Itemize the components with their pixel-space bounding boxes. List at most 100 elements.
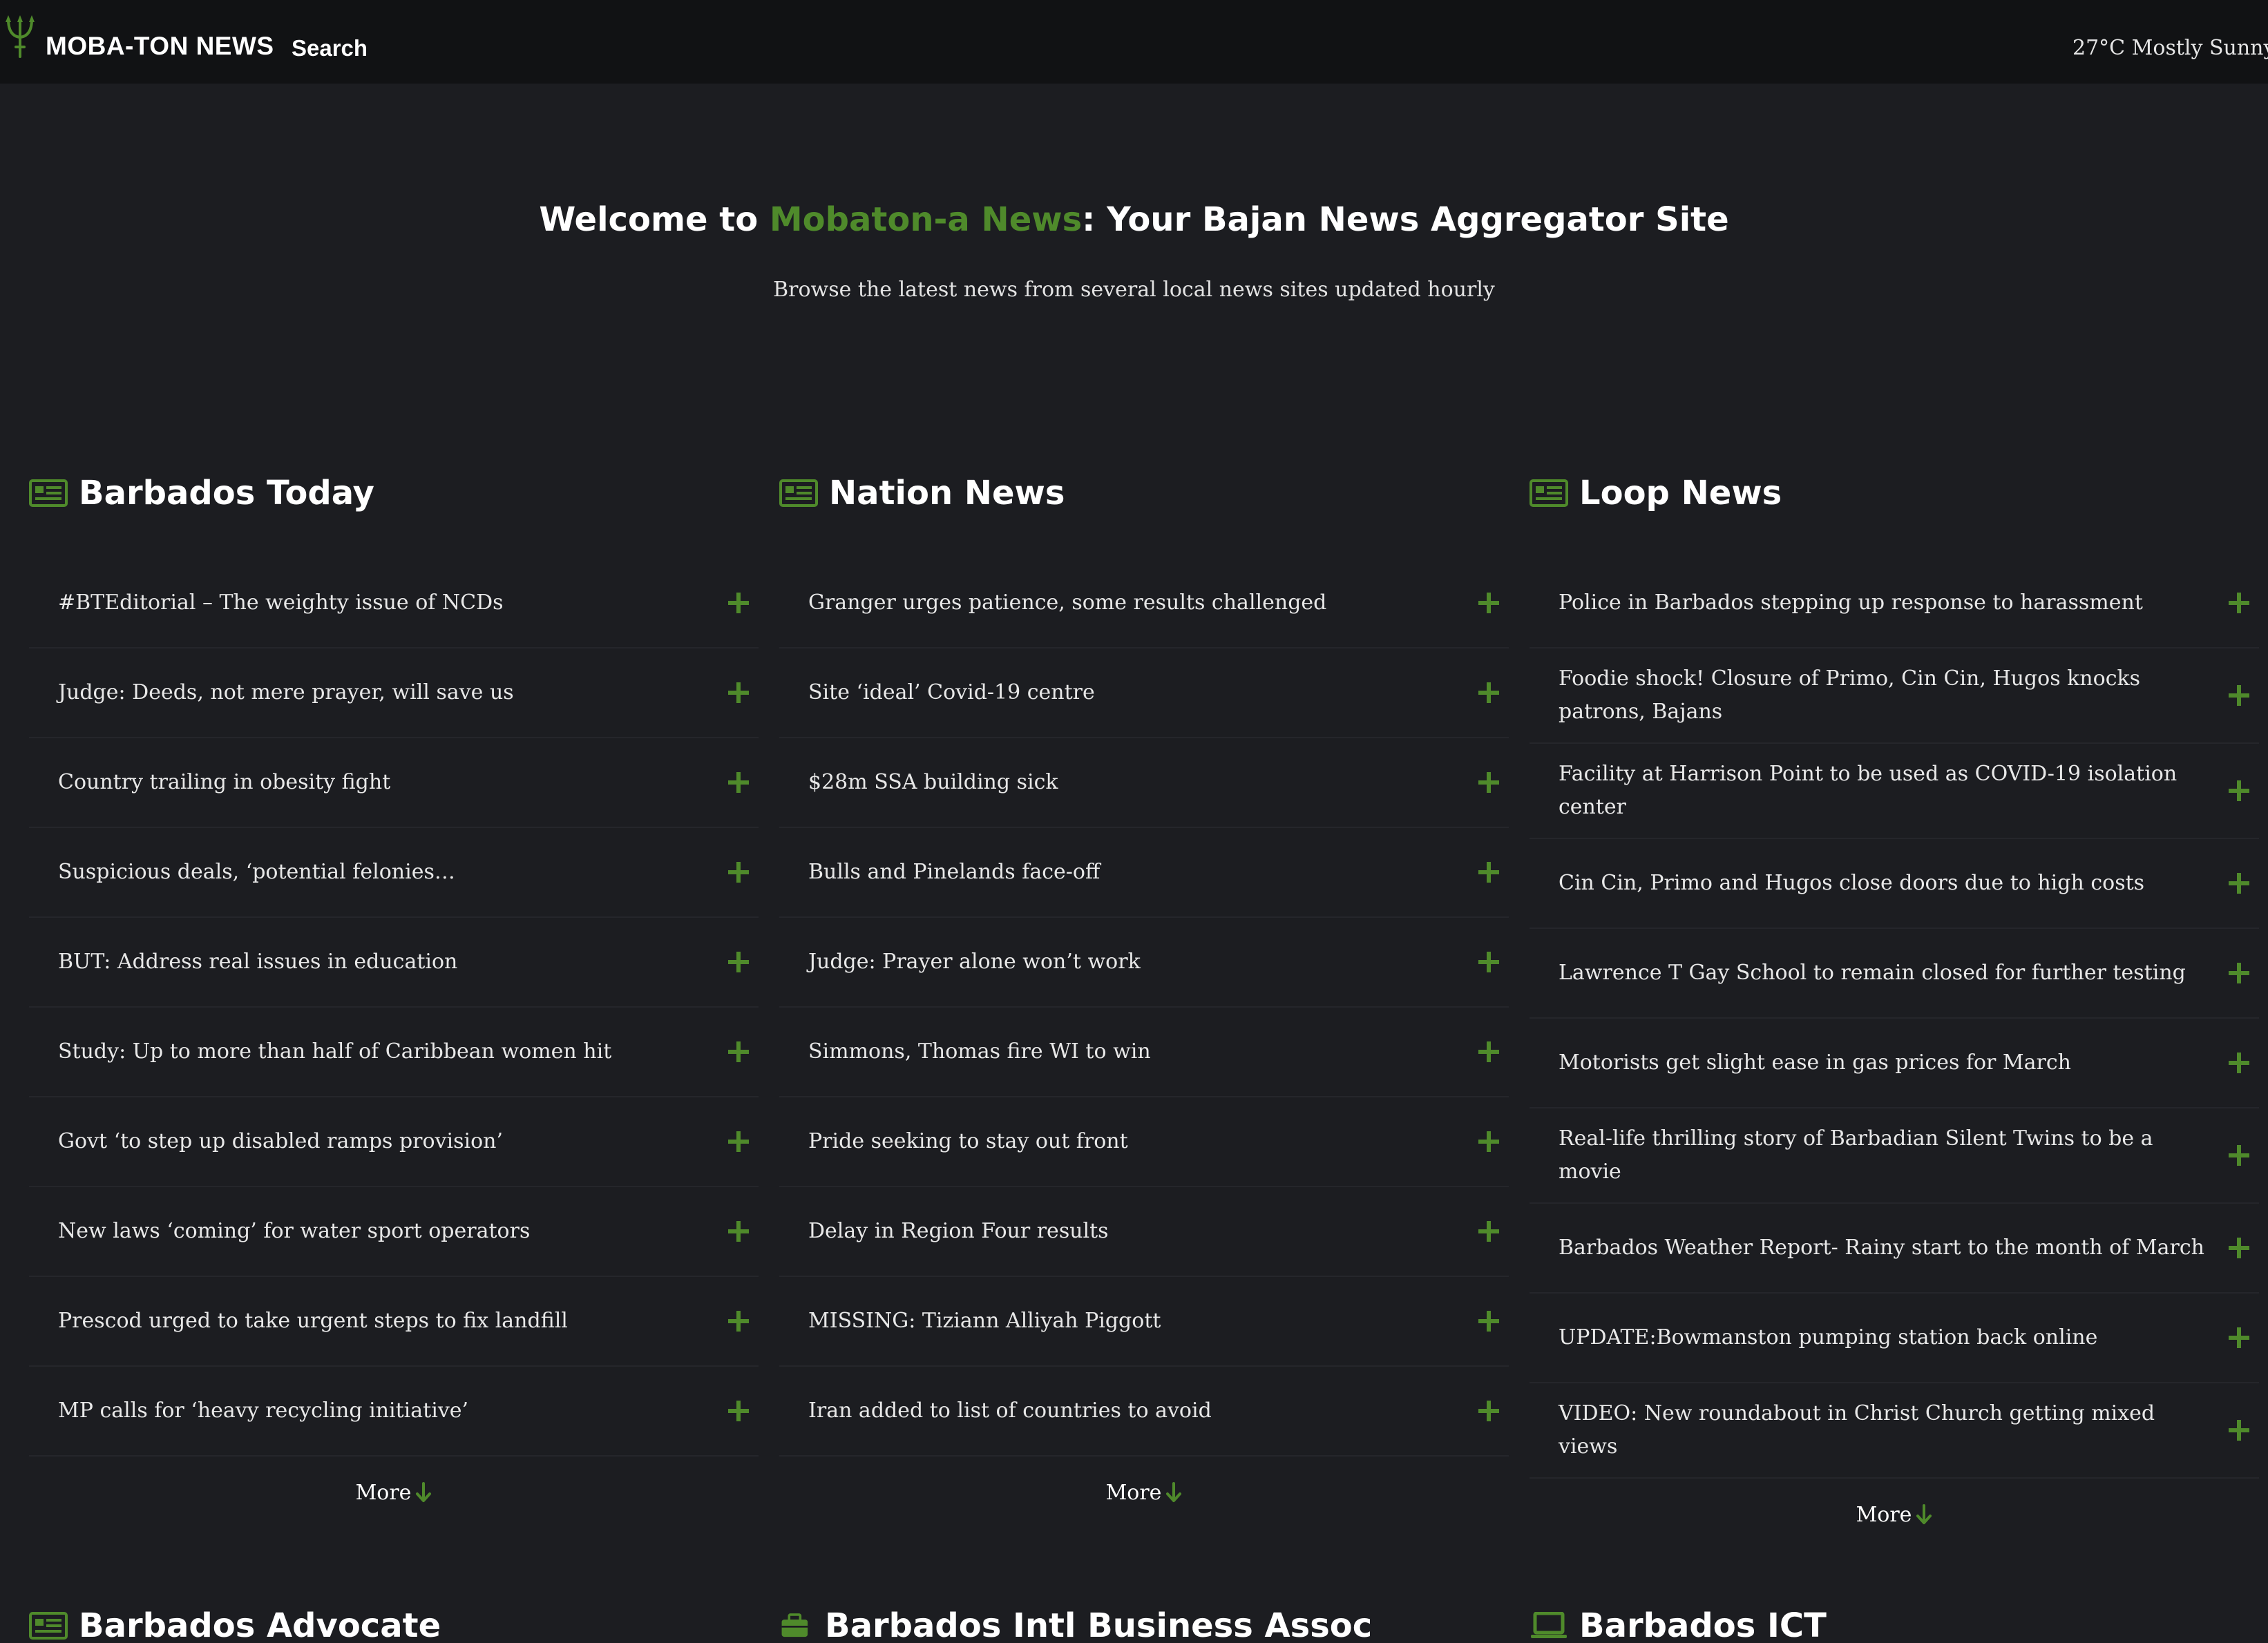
plus-icon[interactable] bbox=[1478, 682, 1499, 703]
news-item[interactable]: Judge: Prayer alone won’t work bbox=[779, 918, 1509, 1008]
news-item[interactable]: Pride seeking to stay out front bbox=[779, 1097, 1509, 1187]
news-item[interactable]: MISSING: Tiziann Alliyah Piggott bbox=[779, 1277, 1509, 1367]
plus-icon[interactable] bbox=[1478, 862, 1499, 883]
news-item-title[interactable]: Barbados Weather Report- Rainy start to … bbox=[1559, 1231, 2229, 1265]
plus-icon[interactable] bbox=[2229, 963, 2249, 983]
plus-icon[interactable] bbox=[2229, 780, 2249, 801]
news-item[interactable]: Country trailing in obesity fight bbox=[29, 738, 759, 828]
news-item-title[interactable]: Prescod urged to take urgent steps to fi… bbox=[58, 1305, 728, 1338]
news-item[interactable]: #BTEditorial – The weighty issue of NCDs bbox=[29, 559, 759, 648]
plus-icon[interactable] bbox=[2229, 593, 2249, 613]
plus-icon[interactable] bbox=[728, 1401, 749, 1421]
plus-icon[interactable] bbox=[1478, 772, 1499, 793]
plus-icon[interactable] bbox=[2229, 1053, 2249, 1073]
news-item-title[interactable]: $28m SSA building sick bbox=[808, 766, 1478, 799]
news-item-title[interactable]: Govt ‘to step up disabled ramps provisio… bbox=[58, 1125, 728, 1158]
plus-icon[interactable] bbox=[728, 1311, 749, 1332]
news-item-title[interactable]: VIDEO: New roundabout in Christ Church g… bbox=[1559, 1397, 2229, 1463]
plus-icon[interactable] bbox=[1478, 1311, 1499, 1332]
plus-icon[interactable] bbox=[728, 862, 749, 883]
more-button[interactable]: More bbox=[779, 1457, 1509, 1528]
news-item-title[interactable]: Pride seeking to stay out front bbox=[808, 1125, 1478, 1158]
column-header: Nation News bbox=[779, 472, 1509, 515]
news-item[interactable]: Foodie shock! Closure of Primo, Cin Cin,… bbox=[1530, 648, 2259, 744]
newspaper-icon bbox=[29, 479, 68, 507]
news-item-title[interactable]: Iran added to list of countries to avoid bbox=[808, 1394, 1478, 1428]
more-button[interactable]: More bbox=[29, 1457, 759, 1528]
news-item-title[interactable]: Simmons, Thomas fire WI to win bbox=[808, 1035, 1478, 1068]
plus-icon[interactable] bbox=[728, 1221, 749, 1242]
news-item[interactable]: UPDATE:Bowmanston pumping station back o… bbox=[1530, 1294, 2259, 1383]
news-item[interactable]: VIDEO: New roundabout in Christ Church g… bbox=[1530, 1383, 2259, 1479]
news-item[interactable]: Barbados Weather Report- Rainy start to … bbox=[1530, 1204, 2259, 1294]
plus-icon[interactable] bbox=[1478, 1221, 1499, 1242]
news-item-title[interactable]: Delay in Region Four results bbox=[808, 1215, 1478, 1248]
news-item[interactable]: Judge: Deeds, not mere prayer, will save… bbox=[29, 648, 759, 738]
news-item-title[interactable]: UPDATE:Bowmanston pumping station back o… bbox=[1559, 1321, 2229, 1354]
news-item[interactable]: Granger urges patience, some results cha… bbox=[779, 559, 1509, 648]
plus-icon[interactable] bbox=[728, 1131, 749, 1152]
news-item-title[interactable]: Granger urges patience, some results cha… bbox=[808, 586, 1478, 619]
plus-icon[interactable] bbox=[1478, 1131, 1499, 1152]
news-item[interactable]: $28m SSA building sick bbox=[779, 738, 1509, 828]
news-item-title[interactable]: Judge: Prayer alone won’t work bbox=[808, 945, 1478, 979]
news-item[interactable]: Facility at Harrison Point to be used as… bbox=[1530, 744, 2259, 839]
news-item[interactable]: Bulls and Pinelands face-off bbox=[779, 828, 1509, 918]
news-item-title[interactable]: Suspicious deals, ‘potential felonies… bbox=[58, 856, 728, 889]
news-item[interactable]: Cin Cin, Primo and Hugos close doors due… bbox=[1530, 839, 2259, 929]
plus-icon[interactable] bbox=[728, 682, 749, 703]
news-item[interactable]: MP calls for ‘heavy recycling initiative… bbox=[29, 1367, 759, 1457]
news-item[interactable]: Real-life thrilling story of Barbadian S… bbox=[1530, 1108, 2259, 1204]
news-item-title[interactable]: Cin Cin, Primo and Hugos close doors due… bbox=[1559, 867, 2229, 900]
news-item[interactable]: Motorists get slight ease in gas prices … bbox=[1530, 1019, 2259, 1108]
news-item[interactable]: Prescod urged to take urgent steps to fi… bbox=[29, 1277, 759, 1367]
more-button[interactable]: More bbox=[1530, 1479, 2259, 1550]
news-item[interactable]: Study: Up to more than half of Caribbean… bbox=[29, 1008, 759, 1097]
plus-icon[interactable] bbox=[2229, 1420, 2249, 1441]
news-item[interactable]: Govt ‘to step up disabled ramps provisio… bbox=[29, 1097, 759, 1187]
news-item[interactable]: Delay in Region Four results bbox=[779, 1187, 1509, 1277]
section-title: Barbados Advocate bbox=[79, 1606, 441, 1643]
news-item-title[interactable]: Lawrence T Gay School to remain closed f… bbox=[1559, 957, 2229, 990]
news-item-title[interactable]: Bulls and Pinelands face-off bbox=[808, 856, 1478, 889]
news-item-title[interactable]: #BTEditorial – The weighty issue of NCDs bbox=[58, 586, 728, 619]
news-item-title[interactable]: Study: Up to more than half of Caribbean… bbox=[58, 1035, 728, 1068]
plus-icon[interactable] bbox=[1478, 593, 1499, 613]
news-item-title[interactable]: Facility at Harrison Point to be used as… bbox=[1559, 758, 2229, 824]
news-item-title[interactable]: Motorists get slight ease in gas prices … bbox=[1559, 1046, 2229, 1079]
plus-icon[interactable] bbox=[2229, 685, 2249, 706]
trident-logo-icon[interactable] bbox=[4, 14, 36, 59]
news-item-title[interactable]: Real-life thrilling story of Barbadian S… bbox=[1559, 1122, 2229, 1189]
plus-icon[interactable] bbox=[1478, 952, 1499, 972]
news-item-title[interactable]: BUT: Address real issues in education bbox=[58, 945, 728, 979]
plus-icon[interactable] bbox=[728, 593, 749, 613]
news-item-title[interactable]: Judge: Deeds, not mere prayer, will save… bbox=[58, 676, 728, 709]
news-item-title[interactable]: Site ‘ideal’ Covid-19 centre bbox=[808, 676, 1478, 709]
brand-link[interactable]: MOBA-TON NEWS bbox=[46, 32, 274, 61]
news-item-title[interactable]: MP calls for ‘heavy recycling initiative… bbox=[58, 1394, 728, 1428]
plus-icon[interactable] bbox=[728, 1041, 749, 1062]
plus-icon[interactable] bbox=[2229, 1327, 2249, 1348]
plus-icon[interactable] bbox=[2229, 873, 2249, 894]
news-item[interactable]: BUT: Address real issues in education bbox=[29, 918, 759, 1008]
news-item[interactable]: Police in Barbados stepping up response … bbox=[1530, 559, 2259, 648]
plus-icon[interactable] bbox=[728, 772, 749, 793]
news-item[interactable]: Iran added to list of countries to avoid bbox=[779, 1367, 1509, 1457]
news-item-title[interactable]: New laws ‘coming’ for water sport operat… bbox=[58, 1215, 728, 1248]
title-prefix: Welcome to bbox=[539, 200, 770, 239]
news-item-title[interactable]: Country trailing in obesity fight bbox=[58, 766, 728, 799]
plus-icon[interactable] bbox=[2229, 1145, 2249, 1166]
news-item[interactable]: Site ‘ideal’ Covid-19 centre bbox=[779, 648, 1509, 738]
nav-search-link[interactable]: Search bbox=[292, 35, 368, 61]
plus-icon[interactable] bbox=[728, 952, 749, 972]
news-item[interactable]: Suspicious deals, ‘potential felonies… bbox=[29, 828, 759, 918]
news-item[interactable]: New laws ‘coming’ for water sport operat… bbox=[29, 1187, 759, 1277]
news-item-title[interactable]: Police in Barbados stepping up response … bbox=[1559, 586, 2229, 619]
news-item-title[interactable]: Foodie shock! Closure of Primo, Cin Cin,… bbox=[1559, 662, 2229, 729]
news-item[interactable]: Lawrence T Gay School to remain closed f… bbox=[1530, 929, 2259, 1019]
plus-icon[interactable] bbox=[1478, 1401, 1499, 1421]
news-item[interactable]: Simmons, Thomas fire WI to win bbox=[779, 1008, 1509, 1097]
plus-icon[interactable] bbox=[2229, 1238, 2249, 1258]
plus-icon[interactable] bbox=[1478, 1041, 1499, 1062]
news-item-title[interactable]: MISSING: Tiziann Alliyah Piggott bbox=[808, 1305, 1478, 1338]
